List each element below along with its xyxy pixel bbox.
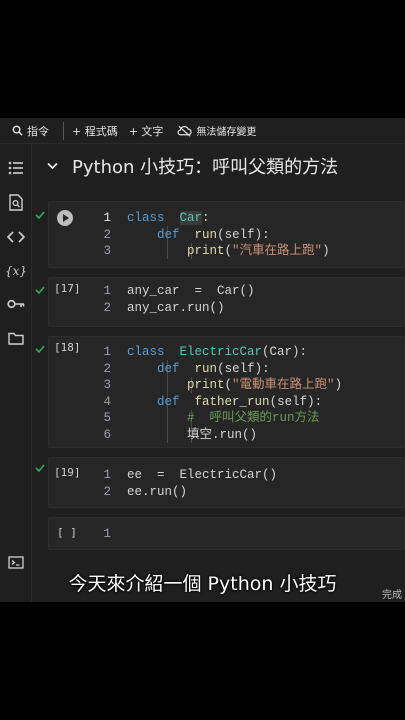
- add-code-button[interactable]: + 程式碼: [72, 123, 118, 139]
- execution-count: [19]: [54, 466, 81, 479]
- line-number: 1: [103, 527, 111, 541]
- line-number: 6: [103, 427, 111, 442]
- code-token: 填空.run(): [187, 427, 258, 442]
- code-token: class: [127, 211, 165, 225]
- line-number: 5: [103, 411, 111, 425]
- command-label: 指令: [27, 124, 49, 138]
- code-token: father_run: [194, 394, 270, 409]
- code-token: any_car.run(): [127, 300, 225, 315]
- execution-count: [17]: [54, 282, 81, 295]
- add-text-button[interactable]: + 文字: [129, 123, 164, 139]
- code-token: ee = ElectricCar(): [127, 468, 278, 482]
- code-token: (: [224, 244, 233, 258]
- line-number: 1: [103, 345, 111, 359]
- line-number: 3: [103, 244, 111, 258]
- save-status-label: 無法儲存變更: [196, 127, 257, 138]
- cloud-off-icon: [178, 125, 193, 137]
- execution-count: [ ]: [57, 526, 77, 539]
- command-palette-button[interactable]: 指令: [12, 123, 49, 139]
- code-token: (self):: [269, 394, 323, 409]
- line-number: 1: [103, 284, 111, 298]
- section-title: Python 小技巧：呼叫父類的方法: [72, 157, 339, 178]
- code-token: print: [187, 378, 225, 392]
- code-token: any_car = Car(): [127, 284, 255, 298]
- code-cell-4[interactable]: [19] 1 ee = ElectricCar() 2 ee.run(): [48, 457, 405, 508]
- colab-notebook-screen: 指令 + 程式碼 + 文字 無法儲存變更 {x} Python 小技巧：呼叫父類…: [0, 118, 405, 602]
- success-check-icon: [35, 464, 45, 473]
- line-number: 2: [103, 227, 111, 242]
- run-cell-button[interactable]: [57, 210, 73, 226]
- line-number: 1: [103, 468, 111, 482]
- code-token: ): [334, 378, 343, 392]
- code-cell-1[interactable]: 1 class Car: 2 def run(self): 3 print("汽車…: [48, 201, 405, 268]
- add-text-label: + 文字: [128, 124, 164, 138]
- code-editor[interactable]: 1 ee = ElectricCar() 2 ee.run(): [93, 467, 277, 500]
- search-icon: [12, 125, 23, 136]
- line-number: 2: [103, 361, 111, 376]
- code-token: class: [127, 345, 165, 359]
- code-token: (self):: [217, 227, 270, 242]
- code-token: Car: [179, 211, 203, 225]
- code-cell-3[interactable]: [18] 1 class ElectricCar(Car): 2 def run(…: [48, 336, 405, 448]
- line-number: 2: [103, 484, 111, 499]
- video-caption: 今天來介紹一個 Python 小技巧: [68, 573, 337, 595]
- code-token: "電動車在路上跑": [232, 378, 335, 392]
- code-token: def: [157, 227, 180, 242]
- code-token: "汽車在路上跑": [232, 244, 323, 258]
- secrets-key-icon[interactable]: [6, 294, 26, 314]
- line-number: 3: [103, 378, 111, 392]
- line-number: 4: [103, 394, 111, 409]
- files-icon[interactable]: [6, 328, 26, 348]
- success-check-icon: [35, 286, 45, 295]
- line-number: 2: [103, 300, 111, 315]
- code-token: run: [194, 361, 218, 376]
- code-token: def: [157, 394, 180, 409]
- variables-icon[interactable]: {x}: [5, 261, 27, 281]
- code-token: :: [202, 211, 210, 225]
- code-editor[interactable]: 1 any_car = Car() 2 any_car.run(): [93, 283, 255, 316]
- code-token: ): [322, 244, 330, 258]
- toolbar-divider: [63, 121, 64, 140]
- code-editor[interactable]: 1 class Car: 2 def run(self): 3 print("汽車…: [93, 210, 330, 260]
- chevron-down-icon[interactable]: [32, 162, 72, 170]
- success-check-icon: [35, 211, 45, 220]
- code-editor[interactable]: 1 class ElectricCar(Car): 2 def run(self)…: [93, 344, 342, 443]
- code-token: (self):: [217, 361, 270, 376]
- code-cell-5[interactable]: [ ] 1: [48, 517, 405, 550]
- status-text: 完成: [382, 590, 402, 601]
- code-token: ElectricCar: [179, 345, 263, 359]
- code-token: run: [194, 227, 218, 242]
- code-token: (Car):: [262, 345, 308, 359]
- add-code-label: + 程式碼: [72, 124, 118, 138]
- find-icon[interactable]: [6, 192, 26, 212]
- line-number: 1: [103, 211, 111, 225]
- code-token: print: [187, 244, 225, 258]
- save-status-button[interactable]: 無法儲存變更: [177, 123, 256, 138]
- execution-count: [18]: [54, 341, 81, 354]
- code-token: def: [157, 361, 180, 376]
- success-check-icon: [35, 345, 45, 354]
- code-comment: # 呼叫父類的run方法: [187, 411, 320, 425]
- code-token: ee.run(): [127, 484, 188, 499]
- section-header[interactable]: Python 小技巧：呼叫父類的方法: [32, 144, 405, 188]
- code-snippets-icon[interactable]: [6, 227, 26, 247]
- code-cell-2[interactable]: [17] 1 any_car = Car() 2 any_car.run(): [48, 277, 405, 327]
- code-editor[interactable]: 1: [93, 526, 127, 543]
- toc-icon[interactable]: [6, 158, 26, 178]
- toolbar: 指令 + 程式碼 + 文字 無法儲存變更: [0, 118, 405, 144]
- left-rail: {x}: [0, 144, 32, 602]
- code-token: (: [224, 378, 233, 392]
